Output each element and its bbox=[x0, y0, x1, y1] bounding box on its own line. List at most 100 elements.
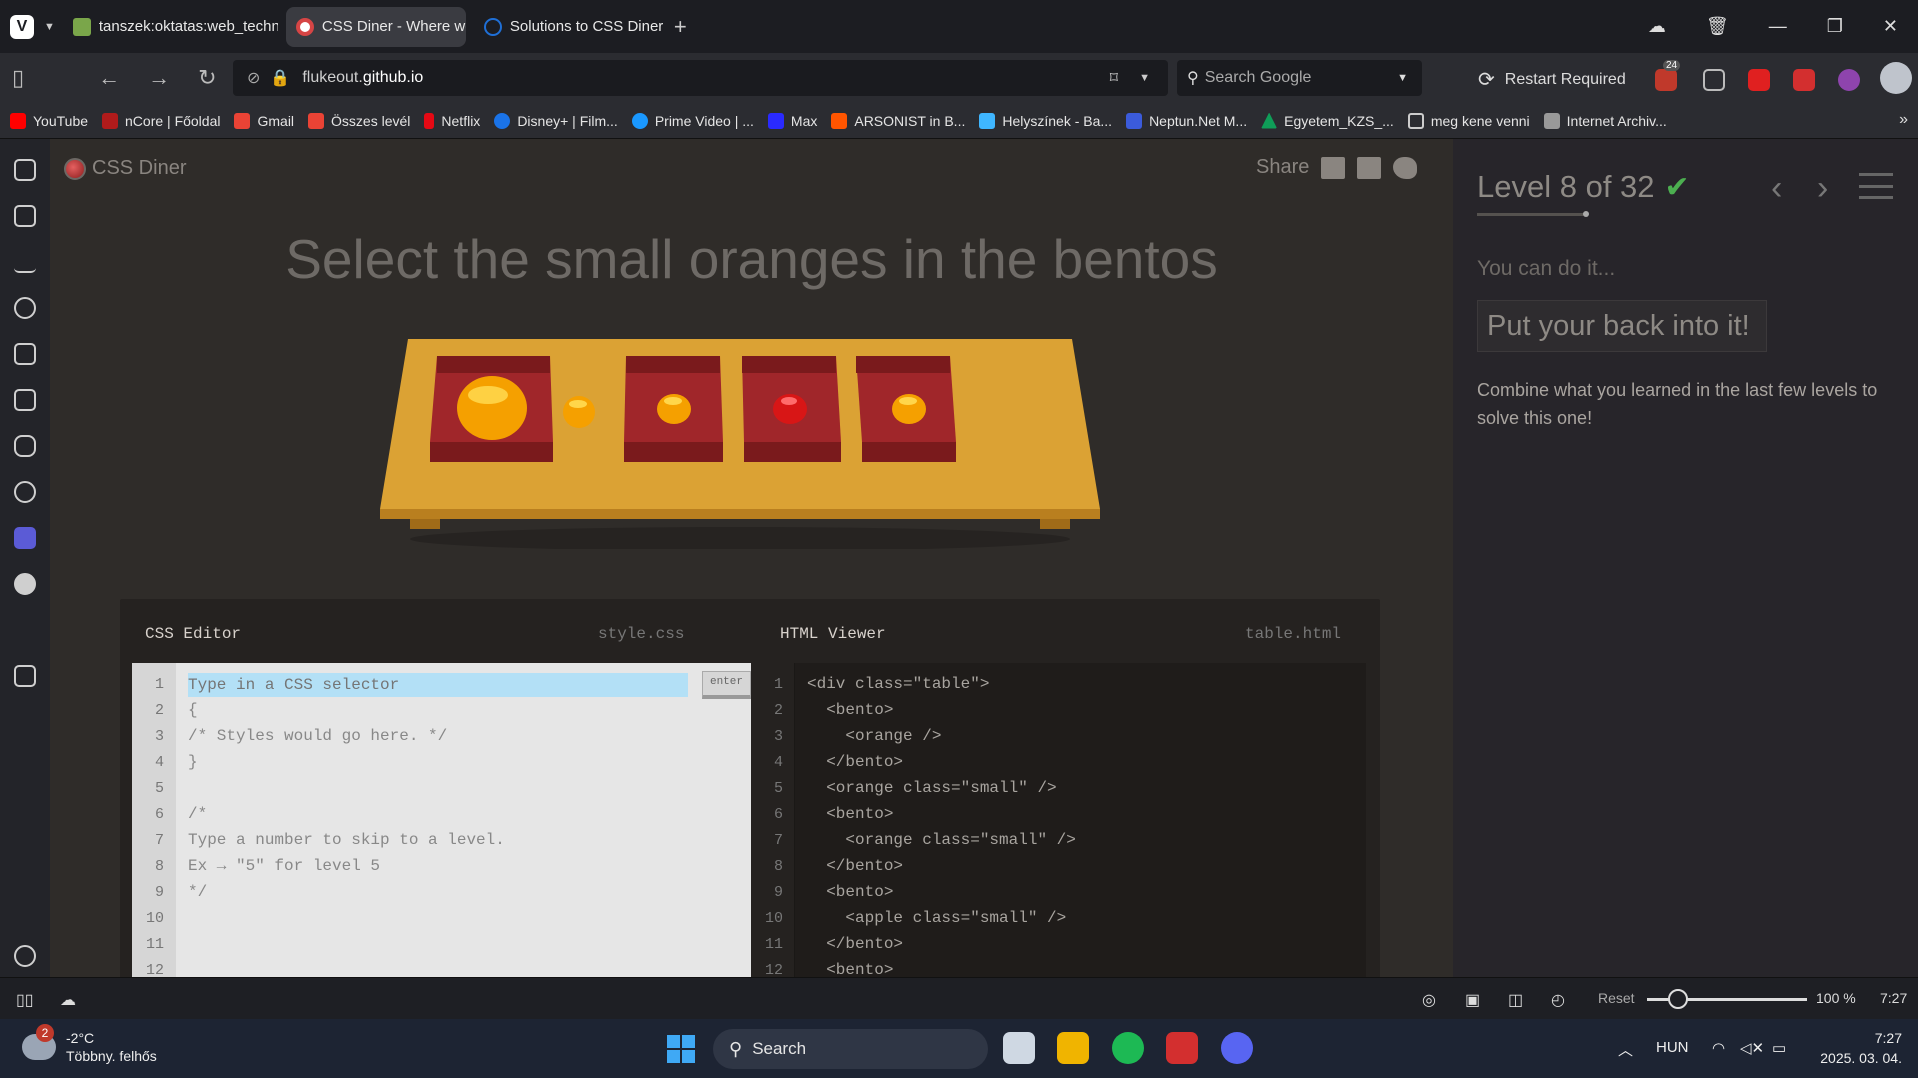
extension-icon[interactable] bbox=[1838, 69, 1860, 91]
close-button[interactable]: ✕ bbox=[1883, 16, 1898, 37]
orange-small-in-bento[interactable] bbox=[657, 394, 691, 424]
sync-cloud-icon[interactable]: ☁ bbox=[60, 990, 76, 1010]
tab-2[interactable]: CSS Diner - Where we feast on CSS Select… bbox=[285, 6, 466, 47]
bookmark-max[interactable]: Max bbox=[767, 112, 817, 129]
weather-widget[interactable]: 2 -2°C Többny. felhős bbox=[22, 1024, 157, 1065]
capture-icon[interactable]: ◎ bbox=[1422, 990, 1436, 1010]
html-code-line[interactable]: <orange /> bbox=[807, 726, 941, 747]
orange-small-in-bento[interactable] bbox=[892, 394, 926, 424]
capture-icon[interactable] bbox=[14, 435, 36, 457]
trash-icon[interactable]: 🗑 bbox=[1706, 16, 1729, 37]
settings-gear-icon[interactable] bbox=[14, 945, 36, 967]
tiling-icon[interactable]: ▣ bbox=[1465, 990, 1480, 1010]
bookmark-folder[interactable]: meg kene venni bbox=[1407, 112, 1530, 129]
restore-button[interactable]: ❐ bbox=[1827, 16, 1843, 37]
photos-app-icon[interactable] bbox=[1003, 1032, 1035, 1064]
enter-button[interactable]: enter bbox=[702, 671, 751, 699]
lock-icon[interactable]: 🔒 bbox=[270, 68, 290, 88]
tab-1[interactable]: tanszek:oktatas:web_technológiák bbox=[63, 7, 278, 47]
zoom-reset-button[interactable]: Reset bbox=[1598, 990, 1635, 1006]
bookmark-gmail[interactable]: Gmail bbox=[234, 112, 294, 129]
bookmark-ncore[interactable]: nCore | Főoldal bbox=[102, 112, 220, 129]
discord-icon[interactable] bbox=[1221, 1032, 1253, 1064]
file-explorer-icon[interactable] bbox=[1057, 1032, 1089, 1064]
history-icon[interactable] bbox=[14, 297, 36, 319]
vivaldi-taskbar-icon[interactable] bbox=[1166, 1032, 1198, 1064]
email-icon[interactable] bbox=[1321, 156, 1346, 179]
bookmark-arsonist[interactable]: ARSONIST in B... bbox=[831, 112, 965, 129]
zoom-slider-handle[interactable] bbox=[1668, 989, 1688, 1009]
dislike-extension-icon[interactable] bbox=[1793, 69, 1815, 91]
wikipedia-icon[interactable] bbox=[14, 619, 36, 641]
translate-icon[interactable] bbox=[14, 389, 36, 411]
url-field[interactable]: ⊘ 🔒 flukeout. github.io ⌑ ▼ bbox=[233, 60, 1168, 96]
new-tab-button[interactable]: + bbox=[674, 14, 687, 40]
bookmark-youtube[interactable]: YouTube bbox=[10, 112, 88, 129]
more-bookmarks-icon[interactable]: » bbox=[1899, 111, 1908, 129]
bookmark-prime-video[interactable]: Prime Video | ... bbox=[631, 112, 754, 129]
taskbar-clock[interactable]: 7:27 2025. 03. 04. bbox=[1810, 1028, 1902, 1068]
mastodon-icon[interactable] bbox=[14, 527, 36, 549]
battery-icon[interactable]: ▭ bbox=[1772, 1039, 1786, 1057]
tab-3[interactable]: Solutions to CSS Diner | and more bbox=[474, 7, 664, 47]
bookmark-internet-archive[interactable]: Internet Archiv... bbox=[1543, 112, 1667, 129]
vivaldi-menu-icon[interactable]: V bbox=[10, 14, 34, 39]
page-actions-icon[interactable]: ◫ bbox=[1508, 990, 1523, 1010]
chevron-down-icon[interactable]: ▼ bbox=[1397, 72, 1408, 84]
html-code-line[interactable]: <apple class="small" /> bbox=[807, 908, 1066, 929]
panel-toggle-icon[interactable]: ▯▯ bbox=[16, 990, 34, 1010]
tray-chevron-up-icon[interactable]: ︿ bbox=[1618, 1039, 1633, 1060]
level-menu-icon[interactable] bbox=[1859, 173, 1893, 199]
minimize-button[interactable]: — bbox=[1769, 16, 1787, 37]
reload-button[interactable]: ↻ bbox=[198, 65, 216, 91]
html-code-line[interactable]: </bento> bbox=[807, 934, 903, 955]
chevron-down-icon[interactable]: ▼ bbox=[1139, 72, 1150, 84]
bookmark-helyszinek[interactable]: Helyszínek - Ba... bbox=[979, 112, 1112, 129]
spotify-icon[interactable] bbox=[1112, 1032, 1144, 1064]
orange-large[interactable] bbox=[457, 376, 527, 440]
sync-icon[interactable] bbox=[14, 481, 36, 503]
bookmark-netflix[interactable]: Netflix bbox=[424, 112, 480, 129]
windows-start-button[interactable] bbox=[667, 1035, 695, 1063]
html-code-line[interactable]: <orange class="small" /> bbox=[807, 830, 1075, 851]
add-panel-icon[interactable] bbox=[14, 665, 36, 687]
bookmark-icon[interactable]: ⌑ bbox=[1110, 68, 1118, 88]
downloads-icon[interactable] bbox=[14, 251, 36, 273]
taskbar-search[interactable]: ⚲ Search bbox=[713, 1029, 988, 1069]
reading-list-icon[interactable] bbox=[14, 205, 36, 227]
orange-small-on-table[interactable] bbox=[563, 396, 595, 428]
bookmark-neptun[interactable]: Neptun.Net M... bbox=[1126, 112, 1247, 129]
css-diner-logo[interactable]: CSS Diner bbox=[64, 157, 186, 180]
restart-required-button[interactable]: ⟳ Restart Required bbox=[1478, 67, 1626, 92]
bookmark-disney[interactable]: Disney+ | Film... bbox=[494, 112, 618, 129]
html-code-line[interactable]: <bento> bbox=[807, 804, 893, 825]
html-code-line[interactable]: <bento> bbox=[807, 700, 893, 721]
globe-icon[interactable] bbox=[14, 573, 36, 595]
bookmark-egyetem[interactable]: Egyetem_KZS_... bbox=[1261, 112, 1394, 129]
wifi-icon[interactable]: ◠ bbox=[1712, 1039, 1725, 1057]
volume-muted-icon[interactable]: ◁✕ bbox=[1740, 1039, 1764, 1057]
bookmarks-panel-icon[interactable] bbox=[14, 159, 36, 181]
reader-extension-icon[interactable] bbox=[1703, 69, 1725, 91]
notes-icon[interactable] bbox=[14, 343, 36, 365]
chevron-down-icon[interactable]: ▼ bbox=[44, 21, 55, 33]
html-code-line[interactable]: <bento> bbox=[807, 882, 893, 903]
apple-small-in-bento[interactable] bbox=[773, 394, 807, 424]
facebook-icon[interactable] bbox=[1357, 156, 1382, 179]
next-level-button[interactable]: › bbox=[1817, 169, 1828, 208]
input-language[interactable]: HUN bbox=[1656, 1039, 1689, 1056]
twitter-icon[interactable] bbox=[1393, 156, 1418, 179]
previous-level-button[interactable]: ‹ bbox=[1771, 169, 1782, 208]
html-code-line[interactable]: </bento> bbox=[807, 856, 903, 877]
tracker-block-icon[interactable]: ⊘ bbox=[247, 68, 260, 88]
cloud-sync-icon[interactable]: ☁ bbox=[1648, 16, 1666, 37]
search-engine-field[interactable]: ⚲ Search Google ▼ bbox=[1177, 60, 1422, 96]
youtube-extension-icon[interactable] bbox=[1748, 69, 1770, 91]
avatar[interactable] bbox=[1880, 62, 1912, 94]
html-code-line[interactable]: <orange class="small" /> bbox=[807, 778, 1056, 799]
bookmark-all-mail[interactable]: Összes levél bbox=[308, 112, 410, 129]
clock-icon[interactable]: ◴ bbox=[1551, 990, 1565, 1010]
back-button[interactable]: ← bbox=[98, 65, 120, 91]
forward-button[interactable]: → bbox=[148, 65, 170, 91]
panel-toggle-icon[interactable]: ▯ bbox=[12, 65, 24, 91]
